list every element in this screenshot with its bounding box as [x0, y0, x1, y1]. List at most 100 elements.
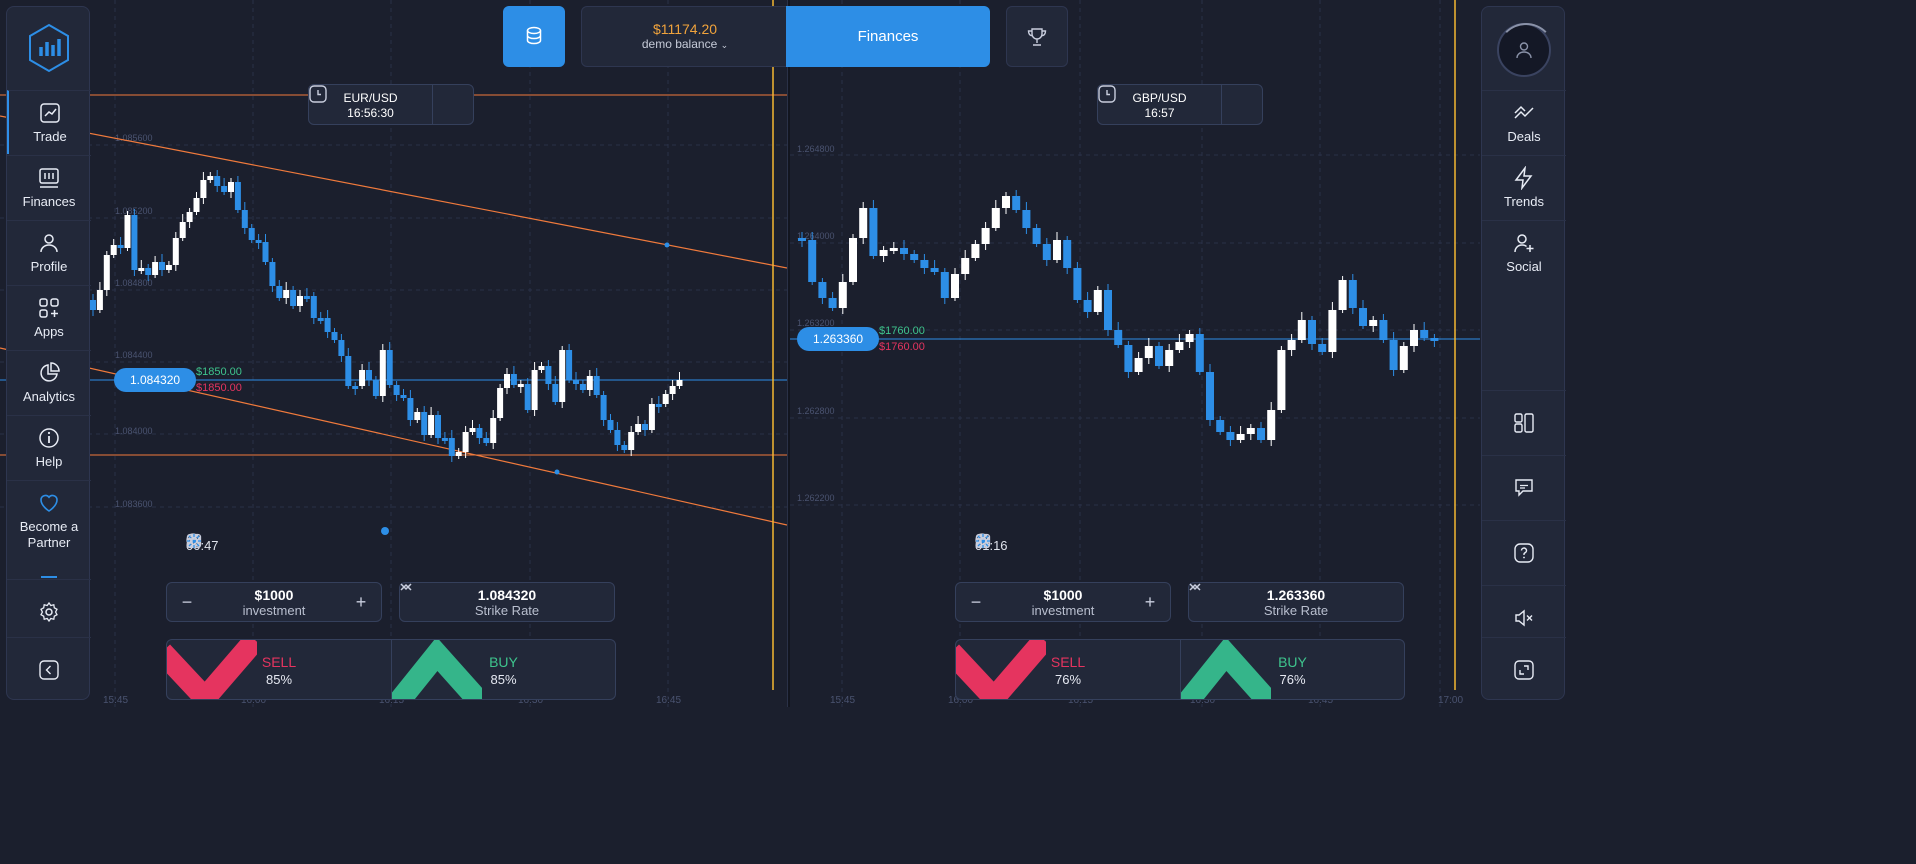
- sidebar-item-help[interactable]: Help: [7, 415, 91, 479]
- investment-label: investment: [1031, 602, 1095, 618]
- y-axis-tick-label: 1.084800: [115, 278, 153, 288]
- candle-body: [1144, 346, 1153, 358]
- trading-app: 1.085600 1.085200 1.084800 1.084400 1.084000…: [0, 0, 1568, 707]
- fullscreen-button[interactable]: [1482, 637, 1566, 701]
- candle-body: [510, 374, 517, 385]
- deposit-button[interactable]: [503, 6, 565, 67]
- candle-body: [971, 244, 980, 258]
- chart-panel-gbpusd[interactable]: 1.264800 1.264000 1.263200 1.262800 1.262200…: [790, 0, 1480, 707]
- tournaments-button[interactable]: [1006, 6, 1068, 67]
- candle-body: [1277, 350, 1286, 410]
- candle-body: [428, 415, 435, 435]
- pair-time: 16:56:30: [347, 106, 394, 120]
- analytics-icon: [40, 362, 60, 382]
- sidebar-item-social[interactable]: Social: [1482, 220, 1566, 284]
- increase-investment-button[interactable]: +: [1130, 592, 1170, 613]
- strike-rate-input[interactable]: 1.084320 Strike Rate: [399, 582, 615, 622]
- chevron-down-icon: ⌄: [720, 40, 729, 50]
- support-button[interactable]: [1482, 520, 1566, 584]
- candle-body: [1338, 280, 1347, 310]
- sidebar-item-analytics[interactable]: Analytics: [7, 350, 91, 414]
- sell-button[interactable]: SELL 76%: [956, 640, 1180, 699]
- candle-body: [138, 268, 145, 271]
- candle-body: [531, 370, 538, 410]
- candle-body: [345, 356, 352, 386]
- candle-body: [1042, 244, 1051, 260]
- settings-button[interactable]: [7, 579, 91, 643]
- candle-body: [607, 420, 614, 430]
- candle-body: [1348, 280, 1357, 308]
- candle-body: [940, 272, 949, 298]
- decrease-investment-button[interactable]: −: [956, 592, 996, 613]
- candle-body: [228, 182, 234, 192]
- current-price-tag[interactable]: 1.263360: [797, 327, 880, 351]
- user-icon: [1516, 42, 1532, 59]
- pair-selector-gbpusd[interactable]: GBP/USD 16:57: [1097, 84, 1263, 125]
- sell-button[interactable]: SELL 85%: [167, 640, 391, 699]
- decrease-investment-button[interactable]: −: [167, 592, 207, 613]
- buy-arrow-icon: [392, 640, 482, 699]
- candle-body: [1206, 372, 1214, 420]
- strike-rate-value: 1.263360: [1266, 586, 1326, 603]
- clock-icon: [1098, 85, 1116, 103]
- sidebar-item-finances[interactable]: Finances: [7, 155, 91, 219]
- sidebar-item-trade[interactable]: Trade: [7, 90, 91, 154]
- candle-body: [145, 268, 152, 275]
- layout-icon: [1514, 412, 1534, 433]
- chat-button[interactable]: [1482, 455, 1566, 519]
- sidebar-item-apps[interactable]: Apps: [7, 285, 91, 349]
- current-price-tag[interactable]: 1.084320: [114, 368, 197, 392]
- candle-body: [1308, 320, 1316, 344]
- expiry-time-button[interactable]: [309, 85, 473, 124]
- y-axis-tick-label: 1.264800: [797, 144, 835, 154]
- candle-body: [1002, 196, 1010, 208]
- profit-up-label: $1850.00: [196, 366, 242, 378]
- buy-button[interactable]: BUY 76%: [1180, 640, 1404, 699]
- y-axis-tick-label: 1.085200: [115, 206, 153, 216]
- collapse-sidebar-button[interactable]: [7, 637, 91, 701]
- fullscreen-icon: [1514, 659, 1534, 680]
- account-balance-selector[interactable]: $11174.20 demo balance ⌄: [581, 6, 789, 67]
- investment-input[interactable]: − $1000 investment +: [166, 582, 382, 622]
- chart-panel-eurusd[interactable]: 1.085600 1.085200 1.084800 1.084400 1.084000…: [0, 0, 787, 707]
- investment-value: $1000: [1043, 586, 1083, 603]
- sidebar-item-profile[interactable]: Profile: [7, 220, 91, 284]
- sidebar-item-label: Deals: [1507, 129, 1541, 144]
- candle-body: [889, 248, 898, 251]
- buy-button[interactable]: BUY 85%: [391, 640, 615, 699]
- trade-buttons: SELL 76% BUY 76%: [955, 639, 1405, 700]
- investment-input[interactable]: − $1000 investment +: [955, 582, 1171, 622]
- candle-body: [324, 318, 331, 332]
- y-axis-tick-label: 1.084400: [115, 350, 153, 360]
- investment-value: $1000: [254, 586, 294, 603]
- plus-icon: [976, 534, 986, 544]
- social-icon: [1514, 234, 1534, 253]
- strike-rate-input[interactable]: 1.263360 Strike Rate: [1188, 582, 1404, 622]
- avatar[interactable]: [1497, 23, 1555, 77]
- candle-body: [124, 215, 131, 248]
- sidebar-item-label: Profile: [30, 259, 68, 274]
- candle-body: [386, 350, 393, 385]
- candle-body: [283, 290, 290, 298]
- finances-button[interactable]: Finances: [786, 6, 990, 67]
- sidebar-item-partner[interactable]: Become a Partner: [7, 480, 91, 562]
- candle-body: [593, 376, 600, 395]
- candle-body: [1124, 345, 1133, 372]
- sidebar-item-deals[interactable]: Deals: [1482, 90, 1566, 154]
- gear-icon: [40, 601, 58, 622]
- layout-button[interactable]: [1482, 390, 1566, 454]
- increase-investment-button[interactable]: +: [341, 592, 381, 613]
- candle-body: [1399, 346, 1408, 370]
- investment-label: investment: [242, 602, 306, 618]
- candle-body: [421, 412, 428, 435]
- candle-body: [1083, 300, 1092, 312]
- candle-body: [483, 438, 490, 443]
- expiry-time-button[interactable]: [1098, 85, 1262, 124]
- pair-selector-eurusd[interactable]: EUR/USD 16:56:30: [308, 84, 474, 125]
- sidebar-item-trends[interactable]: Trends: [1482, 155, 1566, 219]
- candle-body: [961, 258, 970, 274]
- x-axis-tick-label: 15:45: [830, 695, 855, 706]
- candle-body: [859, 208, 868, 238]
- candle-body: [1165, 350, 1174, 366]
- candle-body: [152, 262, 159, 275]
